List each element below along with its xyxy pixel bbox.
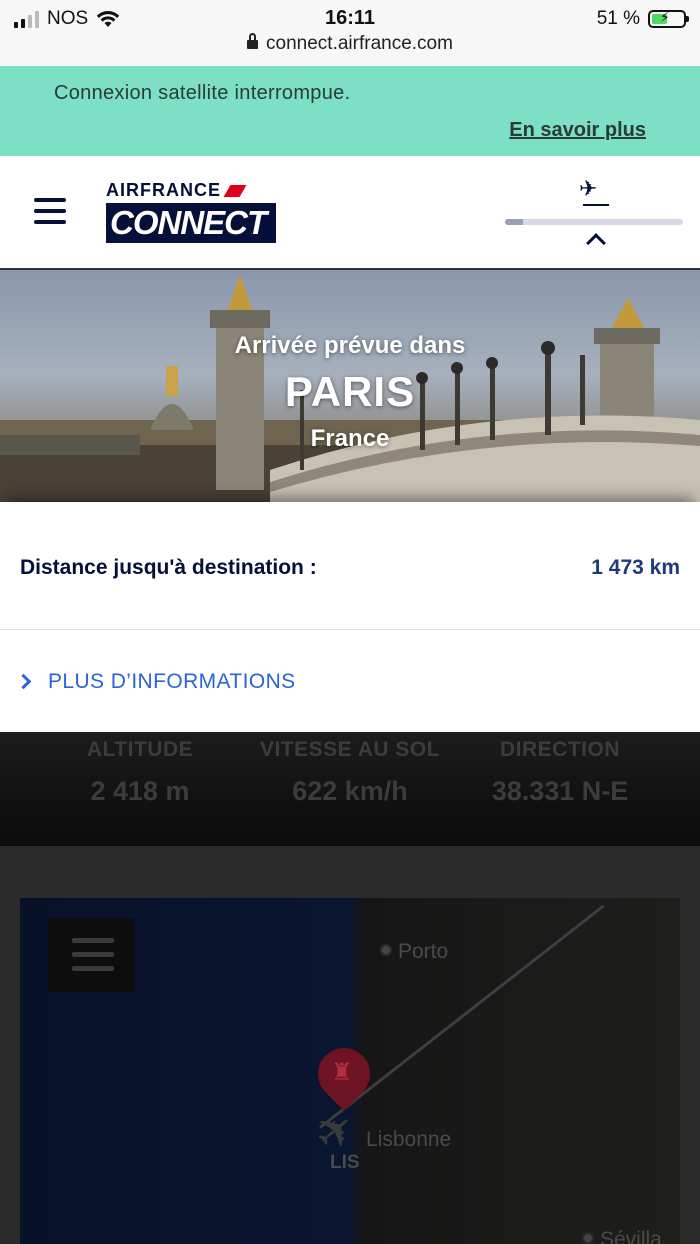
- porto-marker: [380, 944, 392, 956]
- ground-speed-label: VITESSE AU SOL: [259, 738, 441, 761]
- learn-more-link[interactable]: En savoir plus: [509, 119, 646, 142]
- chevron-up-icon[interactable]: [586, 233, 606, 253]
- origin-airport-code: LIS: [330, 1152, 360, 1173]
- arrival-subtitle: Arrivée prévue dans: [234, 332, 466, 359]
- airfrance-connect-logo[interactable]: AIRFRANCE CONNECT: [106, 180, 276, 243]
- altitude-label: ALTITUDE: [86, 738, 194, 761]
- battery-percent: 51 %: [596, 8, 640, 29]
- banner-message: Connexion satellite interrompue.: [54, 82, 351, 104]
- direction-label: DIRECTION: [500, 738, 620, 761]
- logo-airfrance-text: AIRFRANCE: [106, 180, 221, 200]
- distance-card: Distance jusqu'à destination : 1 473 km: [0, 502, 700, 630]
- altitude-value: 2 418 m: [90, 776, 190, 806]
- connection-banner: Connexion satellite interrompue. En savo…: [0, 66, 700, 156]
- distance-label: Distance jusqu'à destination :: [20, 556, 317, 579]
- stat-altitude: ALTITUDE 2 418 m: [60, 732, 220, 807]
- stat-ground-speed: VITESSE AU SOL 622 km/h: [240, 732, 460, 807]
- map-section: Porto ♜ Lisbonne ✈ LIS Sévilla: [0, 846, 700, 1244]
- more-info-toggle[interactable]: PLUS D’INFORMATIONS: [0, 630, 700, 732]
- logo-stripe-icon: [223, 184, 247, 197]
- destination-hero: Arrivée prévue dans PARIS France: [0, 270, 700, 502]
- landmark-icon: ♜: [331, 1059, 353, 1086]
- destination-country: France: [310, 425, 390, 452]
- flight-map[interactable]: Porto ♜ Lisbonne ✈ LIS Sévilla: [20, 898, 680, 1244]
- site-header: AIRFRANCE CONNECT ✈: [0, 156, 700, 270]
- ground-speed-value: 622 km/h: [292, 776, 408, 806]
- flight-stats: ALTITUDE 2 418 m VITESSE AU SOL 622 km/h…: [0, 732, 700, 846]
- lock-icon: [247, 33, 259, 49]
- progress-bar: [505, 219, 683, 225]
- sevilla-marker: [582, 1232, 594, 1244]
- direction-value: 38.331 N-E: [491, 776, 629, 806]
- lisbonne-label: Lisbonne: [366, 1128, 452, 1151]
- plane-takeoff-icon: ✈: [579, 176, 598, 201]
- flight-progress[interactable]: ✈: [505, 172, 683, 253]
- map-menu-icon[interactable]: [48, 918, 134, 992]
- destination-city: PARIS: [284, 368, 416, 415]
- porto-label: Porto: [398, 940, 449, 963]
- address-bar[interactable]: connect.airfrance.com: [0, 33, 700, 55]
- distance-value: 1 473 km: [591, 556, 680, 579]
- battery-icon: ⚡: [648, 9, 689, 28]
- status-right: 51 % ⚡: [596, 8, 689, 30]
- flight-route-line: [319, 904, 605, 1129]
- clock: 16:11: [324, 7, 376, 29]
- sevilla-label: Sévilla: [600, 1228, 662, 1244]
- menu-icon[interactable]: [34, 198, 66, 224]
- chevron-right-icon: [15, 673, 32, 690]
- status-bar: NOS 16:11 51 % ⚡ connect.airfrance.com: [0, 0, 700, 66]
- url-text: connect.airfrance.com: [266, 33, 453, 54]
- stat-direction: DIRECTION 38.331 N-E: [470, 732, 650, 807]
- runway-line: [583, 204, 609, 206]
- logo-connect-text: CONNECT: [106, 203, 276, 243]
- more-info-label[interactable]: PLUS D’INFORMATIONS: [48, 670, 296, 694]
- progress-fill: [505, 219, 523, 225]
